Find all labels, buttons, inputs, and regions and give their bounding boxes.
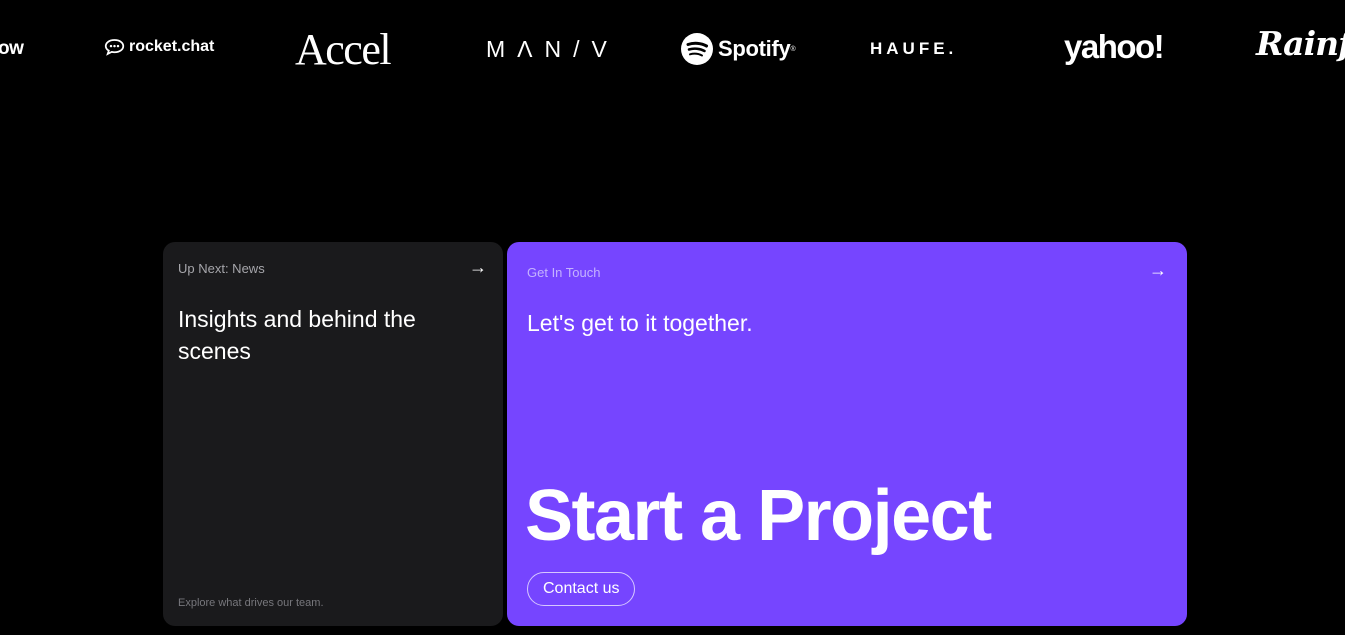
- news-card-heading: Insights and behind the scenes: [178, 306, 416, 364]
- news-card-footnote: Explore what drives our team.: [178, 597, 324, 609]
- rainfall-logo: Rainfa: [1256, 24, 1345, 63]
- client-logo-strip: ow rocket.chat Accel MΛN/V Spotify ® HAU…: [0, 0, 1345, 100]
- partial-logo-text: ow: [0, 38, 24, 59]
- arrow-right-icon[interactable]: →: [469, 258, 487, 276]
- contact-card-heading: Let's get to it together.: [527, 310, 753, 336]
- yahoo-logo: yahoo!: [1064, 28, 1165, 66]
- spotify-logo-text: Spotify: [718, 36, 791, 61]
- contact-card-eyebrow: Get In Touch: [527, 265, 601, 280]
- spotify-registered-mark: ®: [790, 45, 796, 53]
- start-project-title: Start a Project: [525, 476, 992, 556]
- rocket-chat-logo-text: rocket.chat: [129, 38, 215, 55]
- contact-us-button[interactable]: Contact us: [527, 572, 636, 606]
- news-card[interactable]: Up Next: News → Insights and behind the …: [163, 242, 503, 626]
- contact-card[interactable]: Get In Touch → Let's get to it together.…: [507, 242, 1187, 626]
- haufe-logo: HAUFE.: [870, 39, 957, 59]
- chat-bubble-icon: [104, 39, 125, 56]
- spotify-icon: [681, 33, 713, 65]
- maniv-logo: MΛN/V: [486, 36, 619, 63]
- spotify-logo: Spotify ®: [680, 32, 796, 66]
- haufe-logo-text: HAUFE.: [870, 39, 958, 58]
- accel-logo: Accel: [295, 24, 392, 75]
- rainfall-logo-text: Rainfa: [1256, 24, 1345, 63]
- partial-logo: ow: [0, 38, 24, 60]
- news-card-eyebrow: Up Next: News: [178, 261, 265, 276]
- yahoo-logo-text: yahoo!: [1064, 28, 1165, 65]
- page: ow rocket.chat Accel MΛN/V Spotify ® HAU…: [0, 0, 1345, 635]
- accel-logo-text: Accel: [295, 25, 392, 74]
- maniv-logo-text: MΛN/V: [486, 36, 619, 62]
- rocket-chat-logo: rocket.chat: [104, 38, 214, 56]
- arrow-right-icon[interactable]: →: [1149, 261, 1167, 279]
